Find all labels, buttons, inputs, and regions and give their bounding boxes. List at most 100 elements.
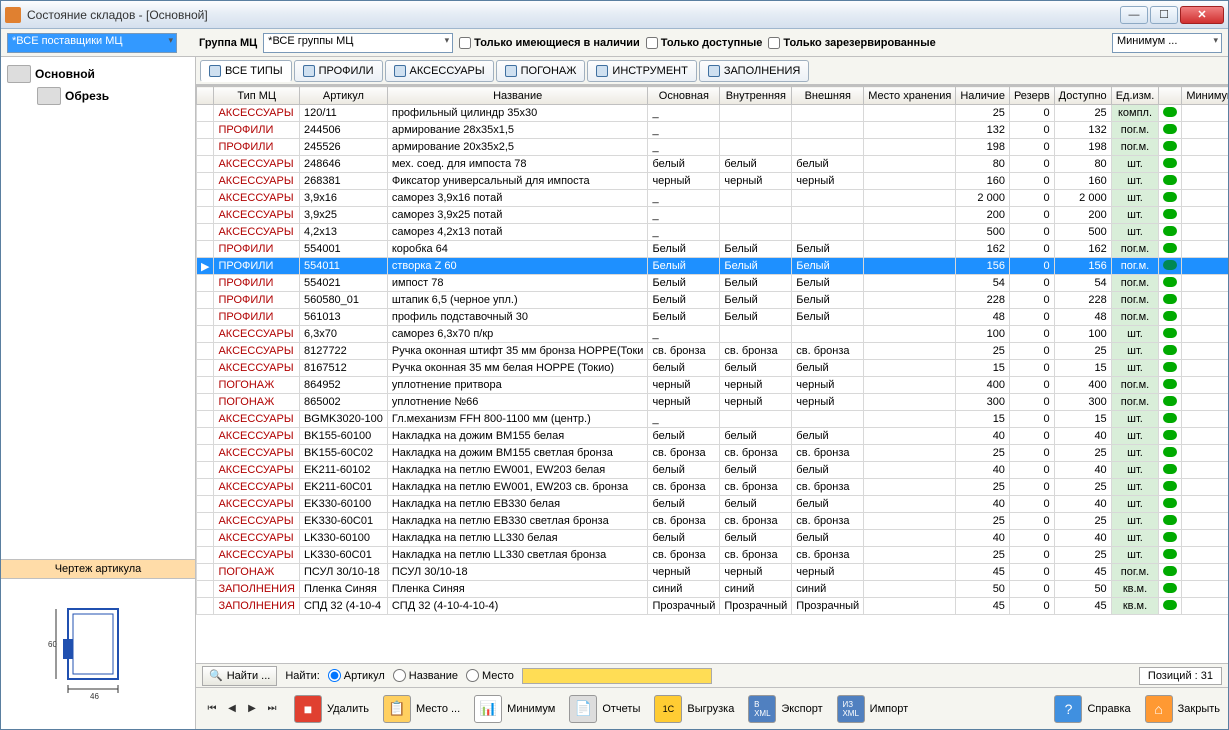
cell-type: АКСЕССУАРЫ	[214, 428, 300, 445]
tab-pogonazh[interactable]: ПОГОНАЖ	[496, 60, 586, 82]
group-combo[interactable]: *ВСЕ группы МЦ	[263, 33, 453, 53]
table-row[interactable]: АКСЕССУАРЫLK330-60C01Накладка на петлю L…	[197, 547, 1229, 564]
minimum-button[interactable]: 📊Минимум	[474, 695, 555, 723]
find-by-place[interactable]: Место	[466, 669, 514, 682]
window-title: Состояние складов - [Основной]	[27, 8, 1120, 22]
cell-inner-color: Белый	[720, 258, 792, 275]
col-reserve[interactable]: Резерв	[1009, 87, 1054, 105]
table-row[interactable]: АКСЕССУАРЫBK155-60100Накладка на дожим B…	[197, 428, 1229, 445]
table-row[interactable]: АКСЕССУАРЫEK330-60100Накладка на петлю E…	[197, 496, 1229, 513]
table-row[interactable]: АКСЕССУАРЫ8167512Ручка оконная 35 мм бел…	[197, 360, 1229, 377]
table-row[interactable]: АКСЕССУАРЫ3,9x25саморез 3,9x25 потай_200…	[197, 207, 1229, 224]
col-marker[interactable]	[197, 87, 214, 105]
tree-node-main[interactable]: Основной	[7, 63, 189, 85]
table-row[interactable]: ПОГОНАЖ864952уплотнение притворачерныйче…	[197, 377, 1229, 394]
status-dot-icon	[1163, 362, 1177, 372]
titlebar[interactable]: Состояние складов - [Основной] — ☐ ✕	[1, 1, 1228, 29]
table-row[interactable]: ПРОФИЛИ244506армирование 28x35x1,5_13201…	[197, 122, 1229, 139]
table-row[interactable]: АКСЕССУАРЫ8127722Ручка оконная штифт 35 …	[197, 343, 1229, 360]
table-row[interactable]: ПРОФИЛИ560580_01штапик 6,5 (черное упл.)…	[197, 292, 1229, 309]
cell-outer-color: св. бронза	[792, 547, 864, 564]
cell-stock: 54	[956, 275, 1010, 292]
table-row[interactable]: АКСЕССУАРЫEK330-60C01Накладка на петлю E…	[197, 513, 1229, 530]
find-button[interactable]: 🔍Найти ...	[202, 666, 277, 686]
col-outer[interactable]: Внешняя	[792, 87, 864, 105]
table-row[interactable]: ПРОФИЛИ245526армирование 20x35x2,5_19801…	[197, 139, 1229, 156]
cell-article: EK330-60100	[299, 496, 387, 513]
import-button[interactable]: ИЗXMLИмпорт	[837, 695, 908, 723]
col-inner[interactable]: Внутренняя	[720, 87, 792, 105]
table-row[interactable]: АКСЕССУАРЫ120/11профильный цилиндр 35x30…	[197, 105, 1229, 122]
table-row[interactable]: ЗАПОЛНЕНИЯСПД 32 (4-10-4СПД 32 (4-10-4-1…	[197, 598, 1229, 615]
table-row[interactable]: ПРОФИЛИ554021импост 78БелыйБелыйБелый540…	[197, 275, 1229, 292]
row-marker	[197, 411, 214, 428]
tab-profiles[interactable]: ПРОФИЛИ	[294, 60, 383, 82]
main-grid[interactable]: Тип МЦ Артикул Название Основная Внутрен…	[196, 85, 1228, 663]
close-button[interactable]: ⌂Закрыть	[1145, 695, 1220, 723]
find-by-name[interactable]: Название	[393, 669, 458, 682]
reserved-checkbox[interactable]: Только зарезервированные	[768, 37, 935, 49]
table-row[interactable]: АКСЕССУАРЫEK211-60C01Накладка на петлю E…	[197, 479, 1229, 496]
cell-minimum: 0	[1182, 156, 1228, 173]
table-row[interactable]: ПРОФИЛИ561013профиль подставочный 30Белы…	[197, 309, 1229, 326]
col-indicator[interactable]	[1159, 87, 1182, 105]
cell-indicator	[1159, 394, 1182, 411]
nav-last[interactable]: ⏭	[264, 701, 280, 717]
table-row[interactable]: ▶ПРОФИЛИ554011створка Z 60БелыйБелыйБелы…	[197, 258, 1229, 275]
col-avail[interactable]: Доступно	[1054, 87, 1111, 105]
cell-storage	[864, 122, 956, 139]
table-row[interactable]: АКСЕССУАРЫBK155-60C02Накладка на дожим B…	[197, 445, 1229, 462]
help-button[interactable]: ?Справка	[1054, 695, 1130, 723]
nav-first[interactable]: ⏮	[204, 701, 220, 717]
table-row[interactable]: АКСЕССУАРЫ248646мех. соед. для импоста 7…	[197, 156, 1229, 173]
col-unit[interactable]: Ед.изм.	[1111, 87, 1159, 105]
table-row[interactable]: АКСЕССУАРЫ268381Фиксатор универсальный д…	[197, 173, 1229, 190]
svg-text:60: 60	[48, 640, 57, 649]
find-input[interactable]	[522, 668, 712, 684]
status-dot-icon	[1163, 175, 1177, 185]
close-window-button[interactable]: ✕	[1180, 6, 1224, 24]
col-type[interactable]: Тип МЦ	[214, 87, 300, 105]
warehouse-tree[interactable]: Основной Обрезь	[1, 57, 195, 559]
instock-checkbox[interactable]: Только имеющиеся в наличии	[459, 37, 640, 49]
col-stock[interactable]: Наличие	[956, 87, 1010, 105]
tab-all[interactable]: ВСЕ ТИПЫ	[200, 60, 292, 82]
col-storage[interactable]: Место хранения	[864, 87, 956, 105]
cell-type: АКСЕССУАРЫ	[214, 496, 300, 513]
minimum-combo[interactable]: Минимум ...	[1112, 33, 1222, 53]
reports-button[interactable]: 📄Отчеты	[569, 695, 640, 723]
table-header-row[interactable]: Тип МЦ Артикул Название Основная Внутрен…	[197, 87, 1229, 105]
table-row[interactable]: ПОГОНАЖПСУЛ 30/10-18ПСУЛ 30/10-18черныйч…	[197, 564, 1229, 581]
tab-fillings[interactable]: ЗАПОЛНЕНИЯ	[699, 60, 810, 82]
table-row[interactable]: ПОГОНАЖ865002уплотнение №66черныйчерныйч…	[197, 394, 1229, 411]
col-article[interactable]: Артикул	[299, 87, 387, 105]
table-row[interactable]: АКСЕССУАРЫEK211-60102Накладка на петлю E…	[197, 462, 1229, 479]
table-row[interactable]: ПРОФИЛИ554001коробка 64БелыйБелыйБелый16…	[197, 241, 1229, 258]
nav-next[interactable]: ▶	[244, 701, 260, 717]
col-name[interactable]: Название	[387, 87, 648, 105]
cell-outer-color: Белый	[792, 309, 864, 326]
upload-button[interactable]: 1CВыгрузка	[654, 695, 734, 723]
minimize-button[interactable]: —	[1120, 6, 1148, 24]
status-dot-icon	[1163, 379, 1177, 389]
supplier-combo[interactable]: *ВСЕ поставщики МЦ	[7, 33, 177, 53]
table-row[interactable]: АКСЕССУАРЫ3,9x16саморез 3,9x16 потай_2 0…	[197, 190, 1229, 207]
table-row[interactable]: АКСЕССУАРЫLK330-60100Накладка на петлю L…	[197, 530, 1229, 547]
available-checkbox[interactable]: Только доступные	[646, 37, 763, 49]
tab-accessories[interactable]: АКСЕССУАРЫ	[385, 60, 494, 82]
nav-prev[interactable]: ◀	[224, 701, 240, 717]
export-button[interactable]: ВXMLЭкспорт	[748, 695, 822, 723]
maximize-button[interactable]: ☐	[1150, 6, 1178, 24]
tree-node-scrap[interactable]: Обрезь	[7, 85, 189, 107]
table-row[interactable]: АКСЕССУАРЫ4,2x13саморез 4,2x13 потай_500…	[197, 224, 1229, 241]
col-main[interactable]: Основная	[648, 87, 720, 105]
find-by-article[interactable]: Артикул	[328, 669, 385, 682]
tab-tools[interactable]: ИНСТРУМЕНТ	[587, 60, 696, 82]
col-min[interactable]: Минимум	[1182, 87, 1228, 105]
table-row[interactable]: ЗАПОЛНЕНИЯПленка СиняяПленка Синяясинийс…	[197, 581, 1229, 598]
place-button[interactable]: 📋Место ...	[383, 695, 460, 723]
table-row[interactable]: АКСЕССУАРЫ6,3x70саморез 6,3x70 п/кр_1000…	[197, 326, 1229, 343]
cell-storage	[864, 326, 956, 343]
delete-button[interactable]: ■Удалить	[294, 695, 369, 723]
table-row[interactable]: АКСЕССУАРЫBGMK3020-100Гл.механизм FFH 80…	[197, 411, 1229, 428]
